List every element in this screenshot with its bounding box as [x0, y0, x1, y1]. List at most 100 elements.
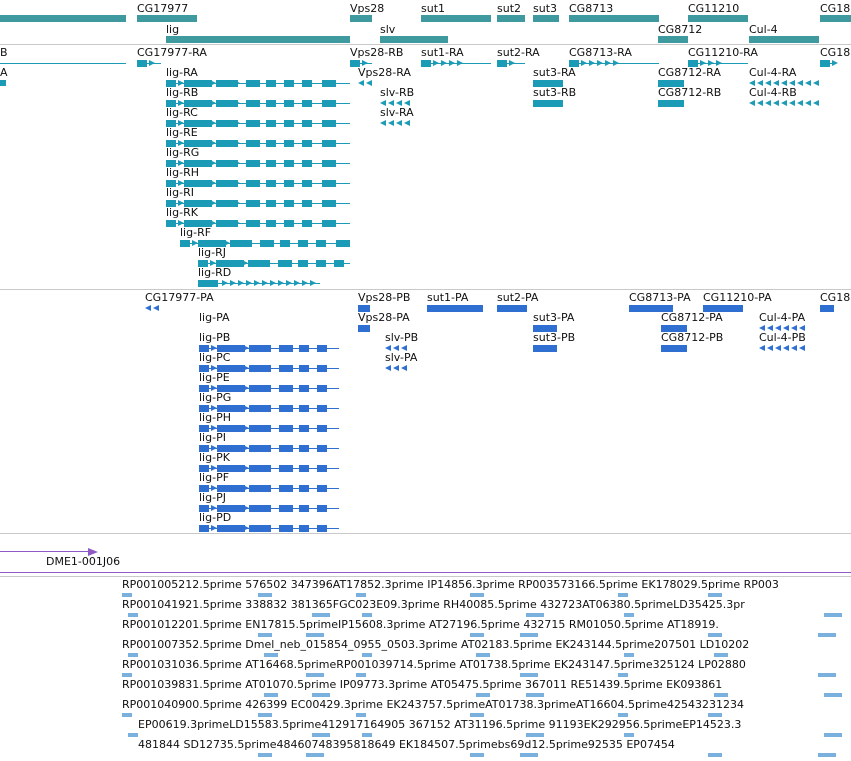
est-row-label[interactable]: EP00619.3primeLD15583.5prime412917164905… — [138, 718, 741, 731]
est-block[interactable] — [312, 693, 330, 697]
exon-block[interactable] — [317, 445, 327, 452]
gene-bar[interactable] — [137, 15, 197, 22]
est-block[interactable] — [128, 733, 138, 737]
transcript-label[interactable]: CG11210-RA — [688, 46, 758, 59]
protein-label[interactable]: CG17977-PA — [145, 291, 214, 304]
est-block[interactable] — [526, 733, 544, 737]
est-block[interactable] — [624, 653, 634, 657]
est-block[interactable] — [824, 613, 842, 617]
est-block[interactable] — [122, 673, 132, 677]
est-block[interactable] — [526, 613, 544, 617]
est-block[interactable] — [520, 673, 538, 677]
exon-block[interactable] — [317, 465, 327, 472]
exon-block[interactable] — [284, 80, 294, 87]
gene-bar[interactable] — [166, 36, 350, 43]
transcript-label[interactable]: A — [0, 66, 8, 79]
transcript-label[interactable]: sut2-RA — [497, 46, 540, 59]
exon-block[interactable] — [260, 240, 274, 247]
protein-label[interactable]: lig-PC — [199, 351, 230, 364]
exon-block[interactable] — [299, 345, 309, 352]
exon-block[interactable] — [336, 240, 350, 247]
est-block[interactable] — [818, 673, 836, 677]
exon-block[interactable] — [317, 525, 327, 532]
exon-block[interactable] — [317, 505, 327, 512]
protein-label[interactable]: CG18 — [820, 291, 850, 304]
exon-block[interactable] — [279, 345, 293, 352]
protein-label[interactable]: slv-PB — [385, 331, 418, 344]
exon-block[interactable] — [302, 120, 312, 127]
est-block[interactable] — [258, 753, 272, 757]
exon-block[interactable] — [820, 60, 830, 67]
est-block[interactable] — [258, 633, 272, 637]
gene-label-sut3[interactable]: sut3 — [533, 2, 557, 15]
gene-label-cg17977[interactable]: CG17977 — [137, 2, 188, 15]
gene-label-cg11210[interactable]: CG11210 — [688, 2, 739, 15]
protein-label[interactable]: Cul-4-PA — [759, 311, 805, 324]
exon-block[interactable] — [322, 120, 336, 127]
exon-block[interactable] — [266, 140, 276, 147]
transcript-label[interactable]: CG8713-RA — [569, 46, 632, 59]
exon-block[interactable] — [299, 425, 309, 432]
gene-bar[interactable] — [380, 36, 448, 43]
exon-block[interactable] — [317, 385, 327, 392]
protein-label[interactable]: lig-PB — [199, 331, 230, 344]
exon-block[interactable] — [421, 60, 431, 67]
est-row-label[interactable]: RP001012201.5prime EN17815.5primeIP15608… — [122, 618, 719, 631]
exon-block[interactable] — [298, 260, 308, 267]
exon-block[interactable] — [284, 140, 294, 147]
protein-label[interactable]: lig-PE — [199, 371, 230, 384]
exon-block[interactable] — [279, 425, 293, 432]
est-block[interactable] — [470, 713, 484, 717]
exon-block[interactable] — [334, 260, 344, 267]
est-row-label[interactable]: RP001007352.5prime Dmel_neb_015854_0955_… — [122, 638, 749, 651]
est-block[interactable] — [618, 713, 628, 717]
exon-block[interactable] — [279, 485, 293, 492]
exon-block[interactable] — [266, 100, 276, 107]
est-block[interactable] — [618, 593, 628, 597]
gene-label-sut2[interactable]: sut2 — [497, 2, 521, 15]
exon-block[interactable] — [137, 60, 147, 67]
est-block[interactable] — [128, 613, 138, 617]
est-block[interactable] — [824, 733, 842, 737]
gene-bar[interactable] — [688, 15, 748, 22]
est-block[interactable] — [258, 713, 272, 717]
est-block[interactable] — [306, 753, 324, 757]
est-row-label[interactable]: RP001005212.5prime 576502 347396AT17852.… — [122, 578, 779, 591]
gene-label-cg18[interactable]: CG18 — [820, 2, 850, 15]
est-block[interactable] — [714, 693, 728, 697]
gene-label-vps28[interactable]: Vps28 — [350, 2, 384, 15]
exon-block[interactable] — [246, 120, 260, 127]
protein-label[interactable]: CG8713-PA — [629, 291, 691, 304]
gene-bar[interactable] — [569, 15, 659, 22]
est-block[interactable] — [356, 713, 366, 717]
exon-block[interactable] — [322, 160, 336, 167]
gene-label-lig[interactable]: lig — [166, 23, 179, 36]
exon-block[interactable] — [279, 385, 293, 392]
gene-bar[interactable] — [820, 15, 851, 22]
exon-block[interactable] — [302, 180, 312, 187]
gene-bar[interactable] — [0, 15, 126, 22]
exon-block[interactable] — [358, 325, 370, 332]
exon-block[interactable] — [316, 240, 326, 247]
exon-block[interactable] — [284, 200, 294, 207]
exon-block[interactable] — [317, 365, 327, 372]
exon-block[interactable] — [317, 405, 327, 412]
exon-block[interactable] — [427, 305, 483, 312]
exon-block[interactable] — [497, 305, 527, 312]
protein-label[interactable]: lig-PH — [199, 411, 231, 424]
exon-block[interactable] — [279, 445, 293, 452]
est-block[interactable] — [264, 653, 278, 657]
transcript-label[interactable]: slv-RB — [380, 86, 414, 99]
est-row-label[interactable]: RP001040900.5prime 426399 EC00429.3prime… — [122, 698, 744, 711]
gene-label-cg8713[interactable]: CG8713 — [569, 2, 613, 15]
exon-block[interactable] — [299, 405, 309, 412]
est-block[interactable] — [312, 733, 330, 737]
protein-label[interactable]: CG8712-PA — [661, 311, 723, 324]
gene-bar[interactable] — [350, 15, 372, 22]
exon-block[interactable] — [302, 220, 312, 227]
exon-block[interactable] — [299, 445, 309, 452]
est-block[interactable] — [708, 753, 722, 757]
est-block[interactable] — [122, 593, 132, 597]
exon-block[interactable] — [302, 200, 312, 207]
exon-block[interactable] — [266, 200, 276, 207]
